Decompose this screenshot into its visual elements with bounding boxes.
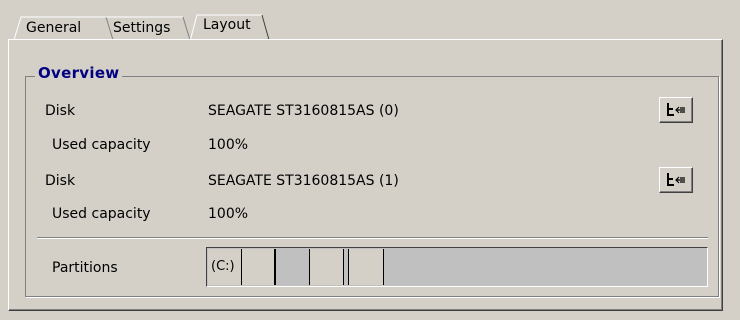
disk-layout-button-0[interactable] — [659, 97, 693, 123]
separator — [37, 237, 708, 239]
partition-segment[interactable]: (C:) — [208, 249, 242, 285]
disk-label-1: Disk — [45, 173, 76, 189]
disk-name-1: SEAGATE ST3160815AS (1) — [208, 173, 399, 189]
tab-outline — [13, 14, 721, 40]
disk-layout-button-1[interactable] — [659, 167, 693, 193]
tab-layout[interactable]: Layout — [203, 13, 263, 37]
tab-strip: General Settings Layout — [0, 0, 740, 40]
disk-layout-icon — [667, 173, 685, 186]
partition-segment[interactable] — [349, 249, 384, 285]
disk-label-0: Disk — [45, 103, 76, 119]
used-capacity-value-0: 100% — [208, 137, 249, 153]
used-capacity-value-1: 100% — [208, 206, 249, 222]
tab-general[interactable]: General — [26, 16, 104, 40]
partition-segment[interactable] — [276, 249, 310, 285]
tab-general-label: General — [26, 20, 82, 36]
partition-map: (C:) — [206, 247, 708, 287]
partitions-label: Partitions — [52, 260, 118, 276]
used-capacity-label-0: Used capacity — [52, 137, 151, 153]
used-capacity-label-1: Used capacity — [52, 206, 151, 222]
partition-segment-label: (C:) — [211, 259, 235, 274]
tab-settings-label: Settings — [113, 20, 171, 36]
tab-layout-label: Layout — [203, 17, 251, 33]
partition-segment[interactable] — [310, 249, 344, 285]
tab-settings[interactable]: Settings — [113, 16, 183, 40]
partition-segment[interactable] — [242, 249, 276, 285]
overview-title: Overview — [35, 64, 123, 82]
disk-name-0: SEAGATE ST3160815AS (0) — [208, 103, 399, 119]
partition-segment[interactable] — [384, 249, 705, 285]
disk-layout-icon — [667, 103, 685, 116]
